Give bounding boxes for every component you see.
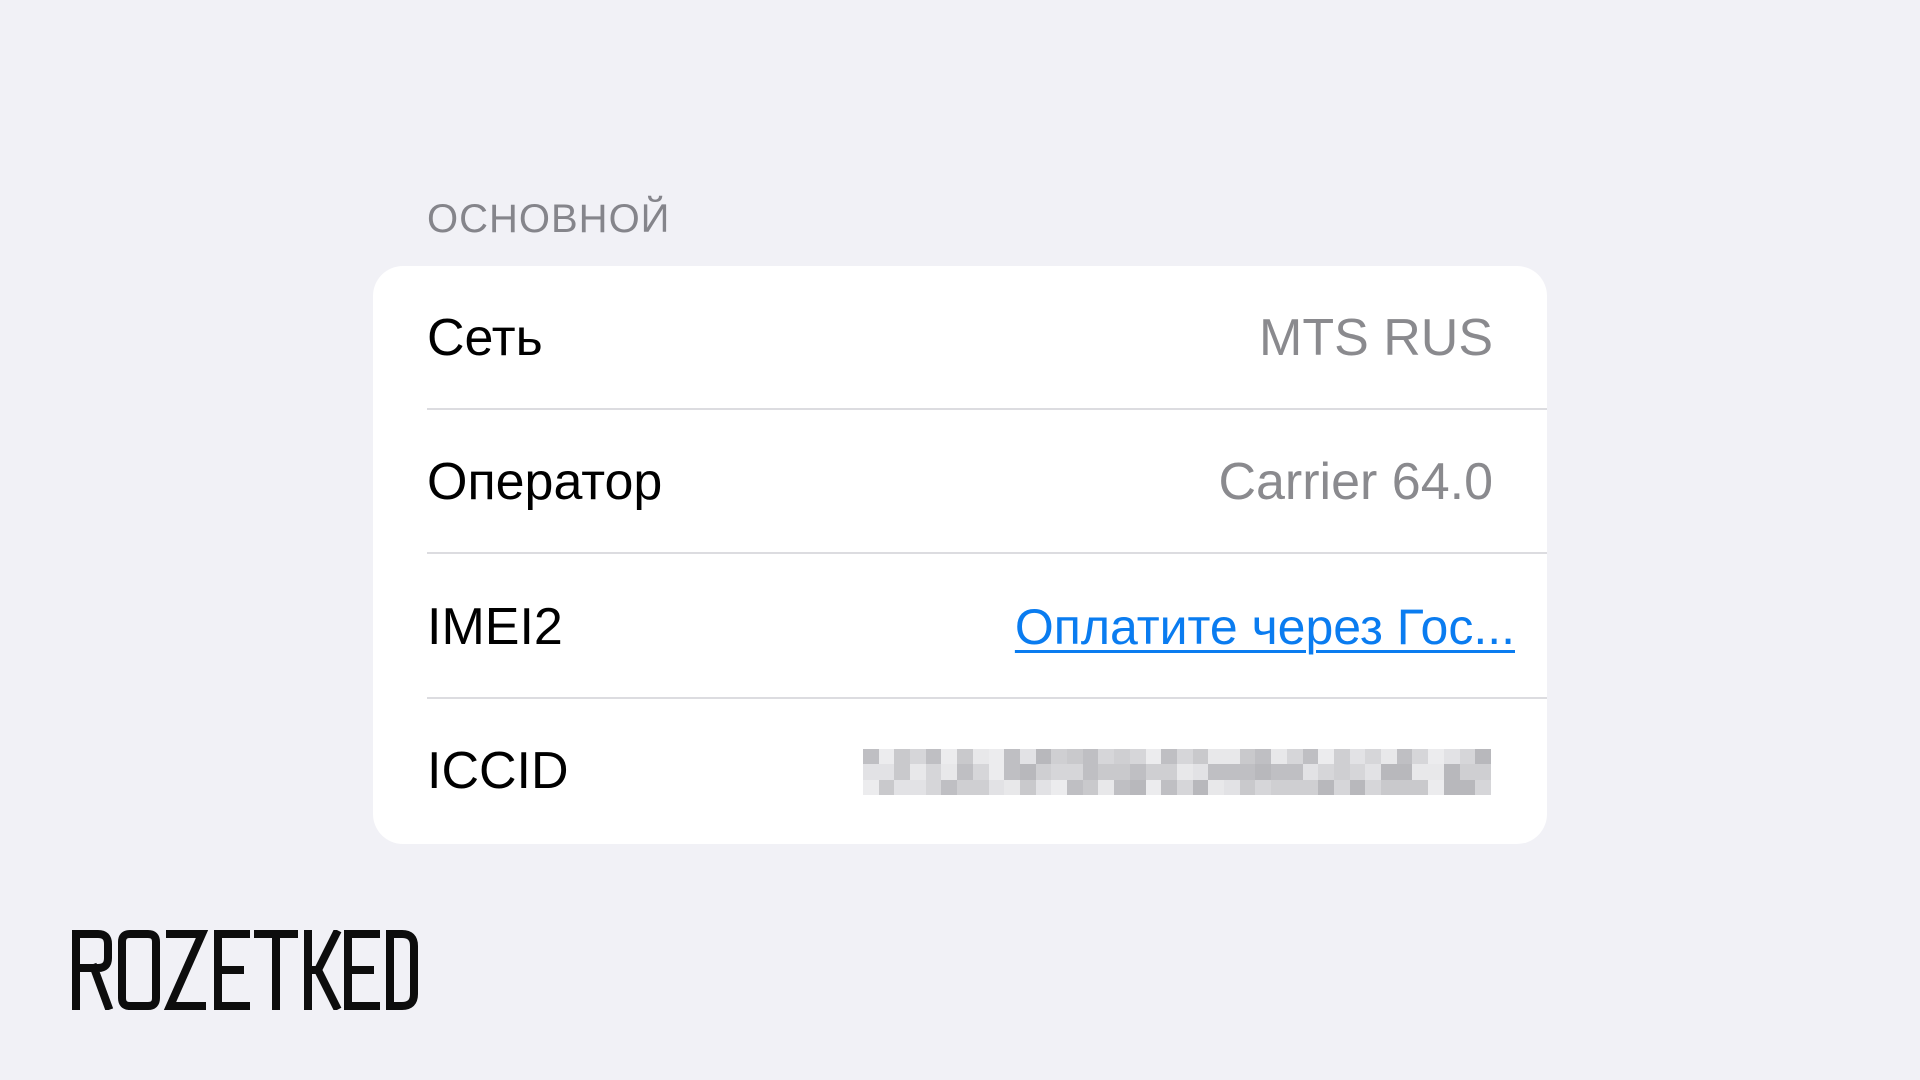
row-imei2: IMEI2 Оплатите через Гос... [427, 555, 1547, 699]
row-carrier: Оператор Carrier 64.0 [427, 410, 1547, 554]
imei2-label: IMEI2 [427, 598, 563, 656]
iccid-label: ICCID [427, 742, 569, 800]
network-label: Сеть [427, 309, 543, 367]
row-network: Сеть MTS RUS [427, 266, 1547, 410]
carrier-label: Оператор [427, 453, 663, 511]
rozetked-logo [72, 930, 418, 1010]
network-value: MTS RUS [1259, 309, 1493, 367]
section-header: ОСНОВНОЙ [427, 197, 671, 241]
row-iccid: ICCID [427, 699, 1547, 843]
carrier-value: Carrier 64.0 [1218, 453, 1493, 511]
imei2-payment-link[interactable]: Оплатите через Гос... [1015, 555, 1515, 699]
carrier-info-card: Сеть MTS RUS Оператор Carrier 64.0 IMEI2… [373, 266, 1547, 844]
iccid-value-pixelated [863, 749, 1491, 795]
